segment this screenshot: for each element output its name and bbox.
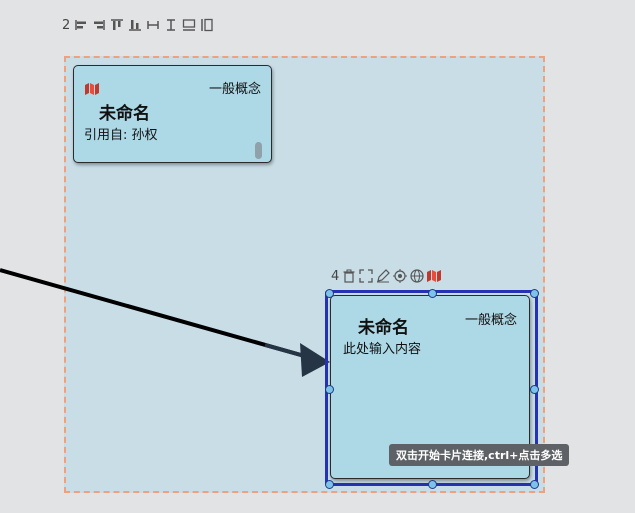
hint-tooltip: 双击开始卡片连接,ctrl+点击多选 <box>389 444 570 466</box>
delete-icon[interactable] <box>342 269 356 283</box>
resize-handle-bottom-left[interactable] <box>325 480 334 489</box>
map-icon[interactable] <box>85 80 99 99</box>
card-title[interactable]: 未命名 <box>358 313 409 338</box>
card-type-label: 一般概念 <box>208 82 261 97</box>
card-type-label: 一般概念 <box>464 313 517 328</box>
card-count: 4 <box>331 268 340 284</box>
globe-icon[interactable] <box>410 269 424 283</box>
resize-handle-top-left[interactable] <box>325 289 334 298</box>
resize-handle-top-right[interactable] <box>530 289 539 298</box>
concept-card[interactable]: 一般概念 未命名 引用自: 孙权 <box>73 65 272 163</box>
target-icon[interactable] <box>393 269 408 283</box>
card-content[interactable]: 引用自: 孙权 <box>84 124 158 143</box>
resize-handle-bottom-right[interactable] <box>530 480 539 489</box>
card-link-line <box>0 268 309 359</box>
resize-handle-left[interactable] <box>325 385 334 394</box>
card-toolbar: 4 <box>331 268 442 284</box>
resize-handle-right[interactable] <box>530 385 539 394</box>
card-content[interactable]: 此处输入内容 <box>343 338 421 357</box>
map-icon[interactable] <box>427 269 442 283</box>
fullscreen-icon[interactable] <box>359 269 373 283</box>
resize-handle-bottom[interactable] <box>428 480 437 489</box>
card-title[interactable]: 未命名 <box>99 99 150 124</box>
resize-handle-top[interactable] <box>428 289 437 298</box>
edit-icon[interactable] <box>376 269 391 283</box>
scrollbar[interactable] <box>255 142 262 159</box>
